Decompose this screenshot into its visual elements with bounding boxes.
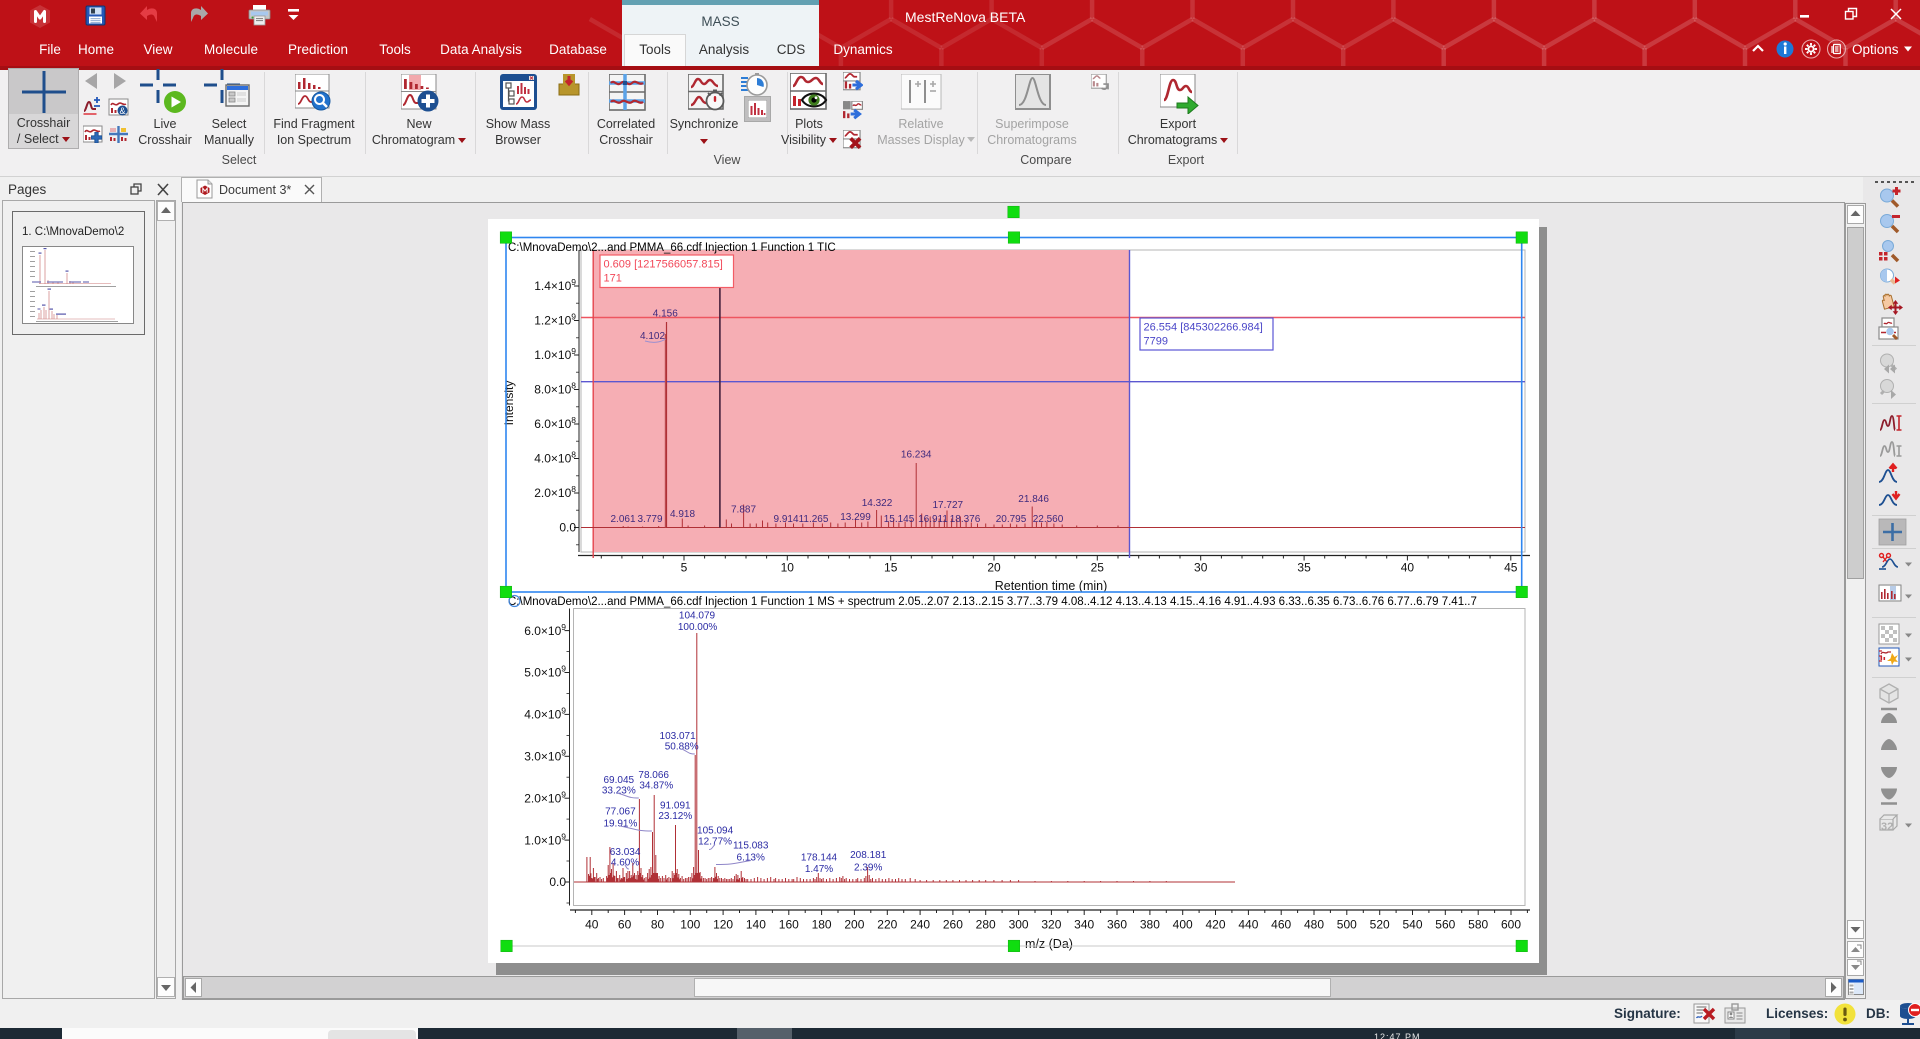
svg-text:32: 32 <box>1881 821 1893 833</box>
